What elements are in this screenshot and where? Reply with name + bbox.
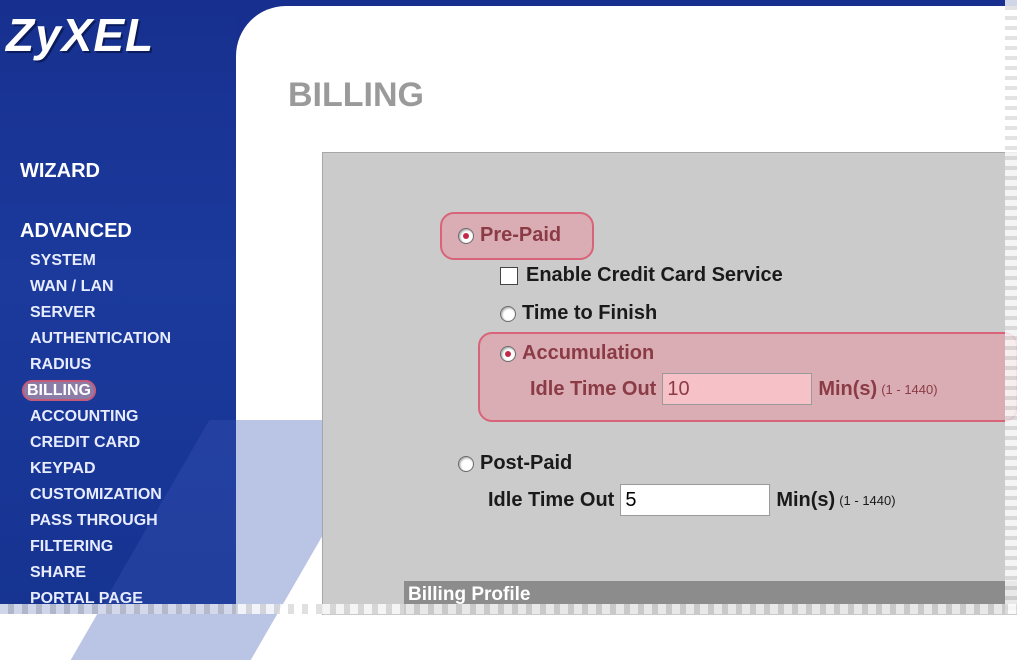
prepaid-idle-label: Idle Time Out bbox=[530, 377, 657, 400]
sidebar-item-label: SHARE bbox=[30, 564, 87, 581]
torn-edge-bottom bbox=[0, 604, 1017, 614]
sidebar-item-label: WAN / LAN bbox=[30, 278, 114, 295]
sidebar-item-filtering[interactable]: FILTERING bbox=[22, 536, 171, 562]
sidebar-item-label: AUTHENTICATION bbox=[30, 330, 172, 347]
postpaid-idle-input[interactable] bbox=[620, 484, 771, 516]
credit-card-checkbox[interactable] bbox=[500, 266, 518, 285]
postpaid-option[interactable]: Post-Paid bbox=[458, 452, 572, 475]
sidebar-item-label: ACCOUNTING bbox=[30, 408, 139, 425]
accumulation-label: Accumulation bbox=[522, 342, 655, 364]
accumulation-radio[interactable] bbox=[500, 345, 516, 362]
postpaid-idle-unit: Min(s) bbox=[776, 488, 836, 511]
time-to-finish-option[interactable]: Time to Finish bbox=[500, 302, 657, 325]
postpaid-label: Post-Paid bbox=[480, 452, 573, 474]
time-to-finish-radio[interactable] bbox=[500, 305, 516, 322]
sidebar-item-label: BILLING bbox=[22, 380, 96, 401]
sidebar-item-share[interactable]: SHARE bbox=[22, 562, 171, 588]
sidebar-item-label: PASS THROUGH bbox=[30, 512, 158, 529]
sidebar-item-label: SERVER bbox=[30, 304, 96, 321]
prepaid-idle-range: (1 - 1440) bbox=[881, 381, 938, 397]
prepaid-option[interactable]: Pre-Paid bbox=[458, 224, 561, 247]
sidebar-item-accounting[interactable]: ACCOUNTING bbox=[22, 406, 171, 432]
prepaid-radio[interactable] bbox=[458, 227, 474, 244]
content-corner bbox=[236, 0, 296, 66]
sidebar-item-system[interactable]: SYSTEM bbox=[22, 250, 171, 276]
sidebar-item-wan-lan[interactable]: WAN / LAN bbox=[22, 276, 171, 302]
top-band bbox=[236, 0, 1017, 6]
sidebar-item-server[interactable]: SERVER bbox=[22, 302, 171, 328]
page-title: BILLING bbox=[288, 76, 424, 114]
prepaid-idle-row: Idle Time Out Min(s) (1 - 1440) bbox=[530, 373, 938, 405]
sidebar-section-advanced[interactable]: ADVANCED bbox=[20, 220, 132, 243]
postpaid-radio[interactable] bbox=[458, 455, 474, 472]
sidebar-item-radius[interactable]: RADIUS bbox=[22, 354, 171, 380]
sidebar-item-billing[interactable]: BILLING bbox=[22, 380, 171, 406]
sidebar-item-wizard[interactable]: WIZARD bbox=[20, 160, 100, 183]
advanced-menu: SYSTEM WAN / LAN SERVER AUTHENTICATION R… bbox=[22, 250, 171, 614]
sidebar-item-customization[interactable]: CUSTOMIZATION bbox=[22, 484, 171, 510]
credit-card-label: Enable Credit Card Service bbox=[526, 264, 783, 286]
postpaid-idle-label: Idle Time Out bbox=[488, 488, 615, 511]
time-to-finish-label: Time to Finish bbox=[522, 302, 658, 324]
prepaid-label: Pre-Paid bbox=[480, 224, 562, 246]
prepaid-idle-unit: Min(s) bbox=[818, 377, 878, 400]
torn-edge-right bbox=[1005, 0, 1017, 614]
sidebar-item-label: FILTERING bbox=[30, 538, 114, 555]
sidebar-item-label: SYSTEM bbox=[30, 252, 96, 269]
sidebar-item-authentication[interactable]: AUTHENTICATION bbox=[22, 328, 171, 354]
prepaid-idle-input[interactable] bbox=[662, 373, 813, 405]
sidebar: ZyXEL WIZARD ADVANCED SYSTEM WAN / LAN S… bbox=[0, 0, 390, 660]
sidebar-item-keypad[interactable]: KEYPAD bbox=[22, 458, 171, 484]
sidebar-item-label: RADIUS bbox=[30, 356, 92, 373]
sidebar-item-credit-card[interactable]: CREDIT CARD bbox=[22, 432, 171, 458]
sidebar-item-label: KEYPAD bbox=[30, 460, 96, 477]
sidebar-item-label: CUSTOMIZATION bbox=[30, 486, 162, 503]
postpaid-idle-range: (1 - 1440) bbox=[839, 492, 896, 508]
postpaid-idle-row: Idle Time Out Min(s) (1 - 1440) bbox=[488, 484, 896, 516]
zyxel-logo: ZyXEL bbox=[6, 9, 155, 61]
accumulation-option[interactable]: Accumulation bbox=[500, 342, 654, 365]
sidebar-item-label: CREDIT CARD bbox=[30, 434, 141, 451]
sidebar-item-pass-through[interactable]: PASS THROUGH bbox=[22, 510, 171, 536]
credit-card-option[interactable]: Enable Credit Card Service bbox=[500, 264, 783, 287]
